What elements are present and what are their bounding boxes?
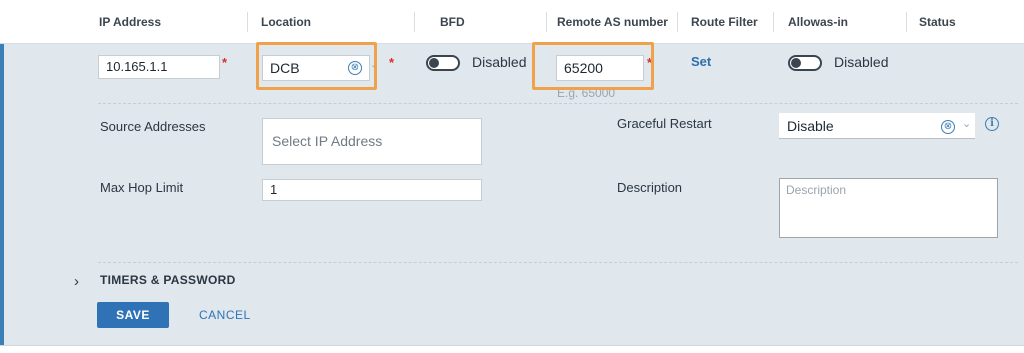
- max-hop-limit-label: Max Hop Limit: [100, 180, 184, 195]
- column-header-allowas-in[interactable]: Allowas-in: [788, 0, 848, 44]
- bfd-status-label: Disabled: [472, 54, 527, 70]
- info-icon[interactable]: i: [985, 117, 999, 131]
- route-filter-set-link[interactable]: Set: [691, 54, 711, 69]
- required-marker: *: [222, 55, 228, 70]
- timers-password-toggle[interactable]: TIMERS & PASSWORD: [100, 273, 236, 287]
- column-header-status[interactable]: Status: [919, 0, 956, 44]
- allowas-in-status-label: Disabled: [834, 54, 889, 70]
- chevron-right-icon[interactable]: ›: [74, 273, 79, 290]
- source-addresses-label: Source Addresses: [100, 119, 206, 134]
- graceful-restart-value: Disable: [787, 118, 834, 134]
- panel-bottom-border: [0, 345, 1024, 353]
- location-highlight: [256, 42, 377, 90]
- column-header-ip-address[interactable]: IP Address: [99, 0, 161, 44]
- table-header: IP Address Location BFD Remote AS number…: [0, 0, 1024, 44]
- description-textarea[interactable]: Description: [779, 178, 998, 238]
- graceful-restart-label: Graceful Restart: [617, 116, 712, 131]
- chevron-down-icon[interactable]: ⌄: [962, 117, 971, 130]
- column-divider[interactable]: [247, 12, 248, 32]
- remote-as-highlight: [532, 42, 654, 90]
- ip-address-input[interactable]: 10.165.1.1: [98, 55, 220, 79]
- section-divider: [98, 103, 1018, 104]
- column-header-bfd[interactable]: BFD: [440, 0, 465, 44]
- required-marker: *: [389, 55, 395, 70]
- column-divider[interactable]: [546, 12, 547, 32]
- column-divider[interactable]: [414, 12, 415, 32]
- section-divider: [98, 262, 1018, 263]
- allowas-in-toggle[interactable]: [788, 55, 822, 71]
- cancel-button[interactable]: CANCEL: [199, 302, 251, 328]
- column-header-route-filter[interactable]: Route Filter: [691, 0, 758, 44]
- max-hop-limit-input[interactable]: 1: [262, 179, 482, 201]
- column-header-remote-as[interactable]: Remote AS number: [557, 0, 668, 44]
- source-addresses-input[interactable]: Select IP Address: [262, 118, 482, 165]
- column-header-location[interactable]: Location: [261, 0, 311, 44]
- column-divider[interactable]: [773, 12, 774, 32]
- description-label: Description: [617, 180, 683, 195]
- save-button[interactable]: SAVE: [97, 302, 169, 328]
- clear-icon[interactable]: ⊗: [941, 120, 955, 134]
- column-divider[interactable]: [677, 12, 678, 32]
- bfd-toggle[interactable]: [426, 55, 460, 71]
- column-divider[interactable]: [906, 12, 907, 32]
